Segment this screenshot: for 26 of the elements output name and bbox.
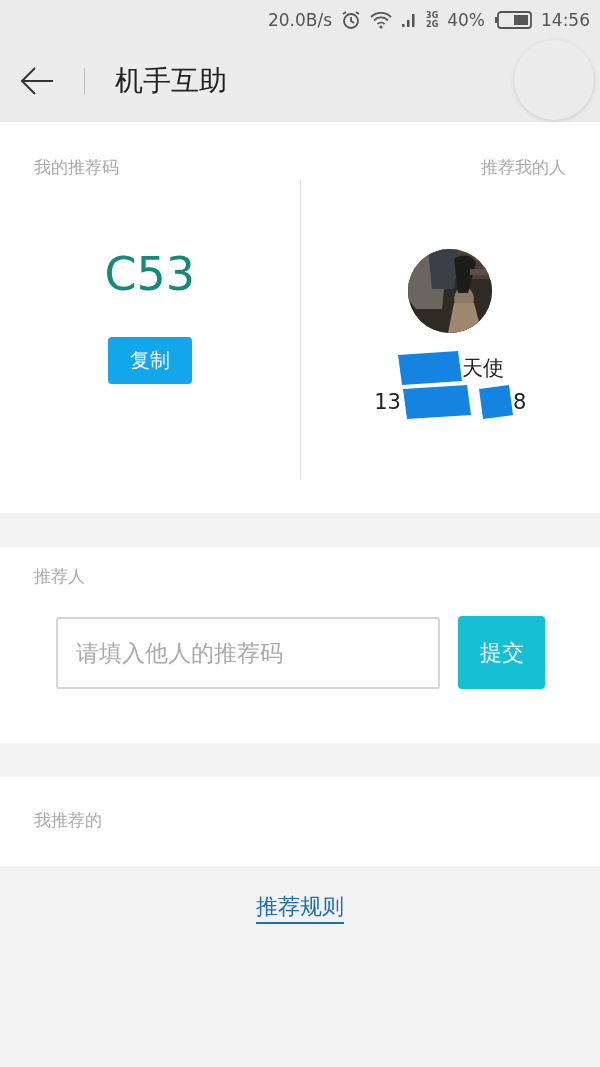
referral-code: C53: [104, 247, 196, 301]
redaction-mark: [400, 385, 471, 419]
wifi-icon: [370, 11, 393, 29]
rules-link[interactable]: 推荐规则: [256, 892, 344, 924]
copy-button[interactable]: 复制: [107, 337, 192, 384]
page-title: 机手互助: [115, 63, 227, 99]
network-type: 3G: [426, 11, 439, 20]
alarm-icon: [341, 10, 362, 30]
network-speed: 20.0B/s: [267, 10, 333, 30]
referrer-name: 天使: [462, 355, 505, 382]
redaction-mark: [396, 351, 463, 385]
redaction-mark: [476, 385, 513, 419]
referral-code-field[interactable]: 请填入他人的推荐码: [56, 616, 440, 689]
battery-icon: [494, 11, 532, 29]
section-label: 我的推荐码: [34, 156, 119, 179]
section-label: 我推荐的: [34, 810, 102, 830]
battery-percent: 40%: [447, 10, 485, 30]
clock: 14:56: [541, 10, 590, 30]
phone-number: 8: [512, 390, 527, 414]
network-type: 2G: [426, 20, 439, 29]
back-arrow-icon[interactable]: [20, 66, 54, 96]
submit-button[interactable]: 提交: [458, 616, 545, 689]
section-label: 推荐人: [34, 565, 86, 588]
section-label: 推荐我的人: [481, 156, 566, 179]
signal-icon: [401, 12, 418, 28]
phone-number: 13: [374, 390, 401, 414]
